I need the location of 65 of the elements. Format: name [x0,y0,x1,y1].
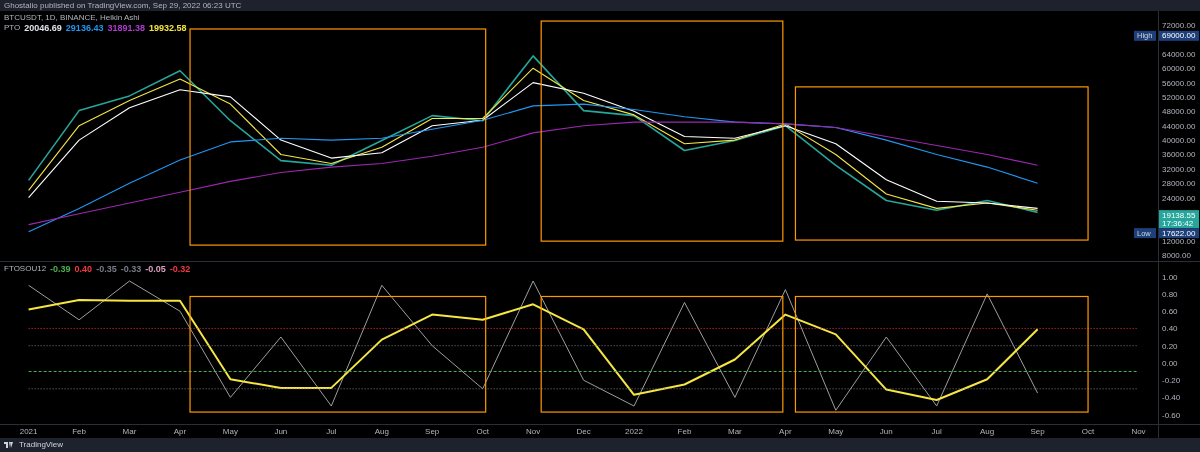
time-axis-label: Apr [779,427,792,436]
time-axis-label: 2022 [625,427,643,436]
time-axis-label: Aug [980,427,995,436]
time-axis-label: Sep [1030,427,1045,436]
indicator-value: -0.39 [50,264,71,274]
time-axis-label: Nov [1131,427,1146,436]
axis-label: 24000.00 [1162,193,1196,203]
axis-label: 44000.00 [1162,121,1196,131]
time-axis-label: Apr [173,427,187,436]
publish-info: Ghostalio published on TradingView.com, Sep 29, 2022 06:23 UTC [4,1,242,10]
axis-label: 56000.00 [1162,78,1196,88]
indicator-value: 29136.43 [65,23,104,33]
time-axis-label: May [828,427,844,436]
indicator-value: 19932.58 [148,23,187,33]
time-axis-label: Jul [326,427,337,436]
indicator-value: 0.40 [74,264,93,274]
price-tag: 69000.00 [1159,30,1199,41]
indicator-name: PTO [4,23,21,33]
axis-label: 0.60 [1162,307,1178,317]
indicator-value: 31891.38 [107,23,145,33]
axis-label: -0.60 [1162,410,1181,420]
axis-label: 48000.00 [1162,107,1196,117]
indicator-value: -0.35 [96,264,117,274]
price-tag: 19138.55 17:36:42 [1159,210,1199,229]
time-axis-label: Mar [728,427,742,436]
time-axis-label: Mar [122,427,137,436]
axis-label: 40000.00 [1162,136,1196,146]
logo-icon [4,442,15,448]
time-axis-label: 2021 [19,427,38,436]
axis-label: 8000.00 [1162,251,1191,261]
axis-label: 0.80 [1162,289,1178,299]
axis-label: 60000.00 [1162,64,1196,74]
axis-label: 52000.00 [1162,92,1196,102]
time-axis-label: Jul [931,427,942,436]
indicator-value: -0.32 [169,264,191,274]
axis-label: 0.40 [1162,324,1178,334]
axis-label: 28000.00 [1162,179,1196,189]
time-axis-label: Oct [476,427,489,436]
time-axis-label: Sep [425,427,440,436]
time-axis-label: Jun [274,427,288,436]
axis-label: 72000.00 [1162,21,1196,30]
axis-label: -0.20 [1162,376,1181,386]
time-axis-label: Oct [1081,427,1095,436]
axis-label: 12000.00 [1162,236,1196,246]
brand-name: TradingView [19,439,64,451]
time-axis-label: Feb [677,427,692,436]
axis-label: 1.00 [1162,272,1178,282]
axis-label: -0.40 [1162,393,1181,403]
time-axis-label: Feb [72,427,86,436]
indicator-name: FTOSOU12 [4,264,47,274]
axis-label: 32000.00 [1162,164,1196,174]
time-axis-label: Dec [576,427,591,436]
time-axis-label: Aug [374,427,389,436]
price-tag: 17622.00 [1159,228,1199,239]
axis-label: 0.20 [1162,341,1178,351]
indicator-value: -0.33 [120,264,142,274]
axis-label: 0.00 [1162,358,1178,368]
symbol-title: BTCUSDT, 1D, BINANCE, Heikin Ashi [4,13,140,22]
time-axis-label: May [222,427,238,436]
axis-label: 64000.00 [1162,49,1196,59]
indicator-value: 20046.69 [24,23,62,33]
axis-label: 36000.00 [1162,150,1196,160]
time-axis-label: Jun [879,427,893,436]
indicator-value: -0.05 [145,264,166,274]
time-axis-label: Nov [526,427,541,436]
